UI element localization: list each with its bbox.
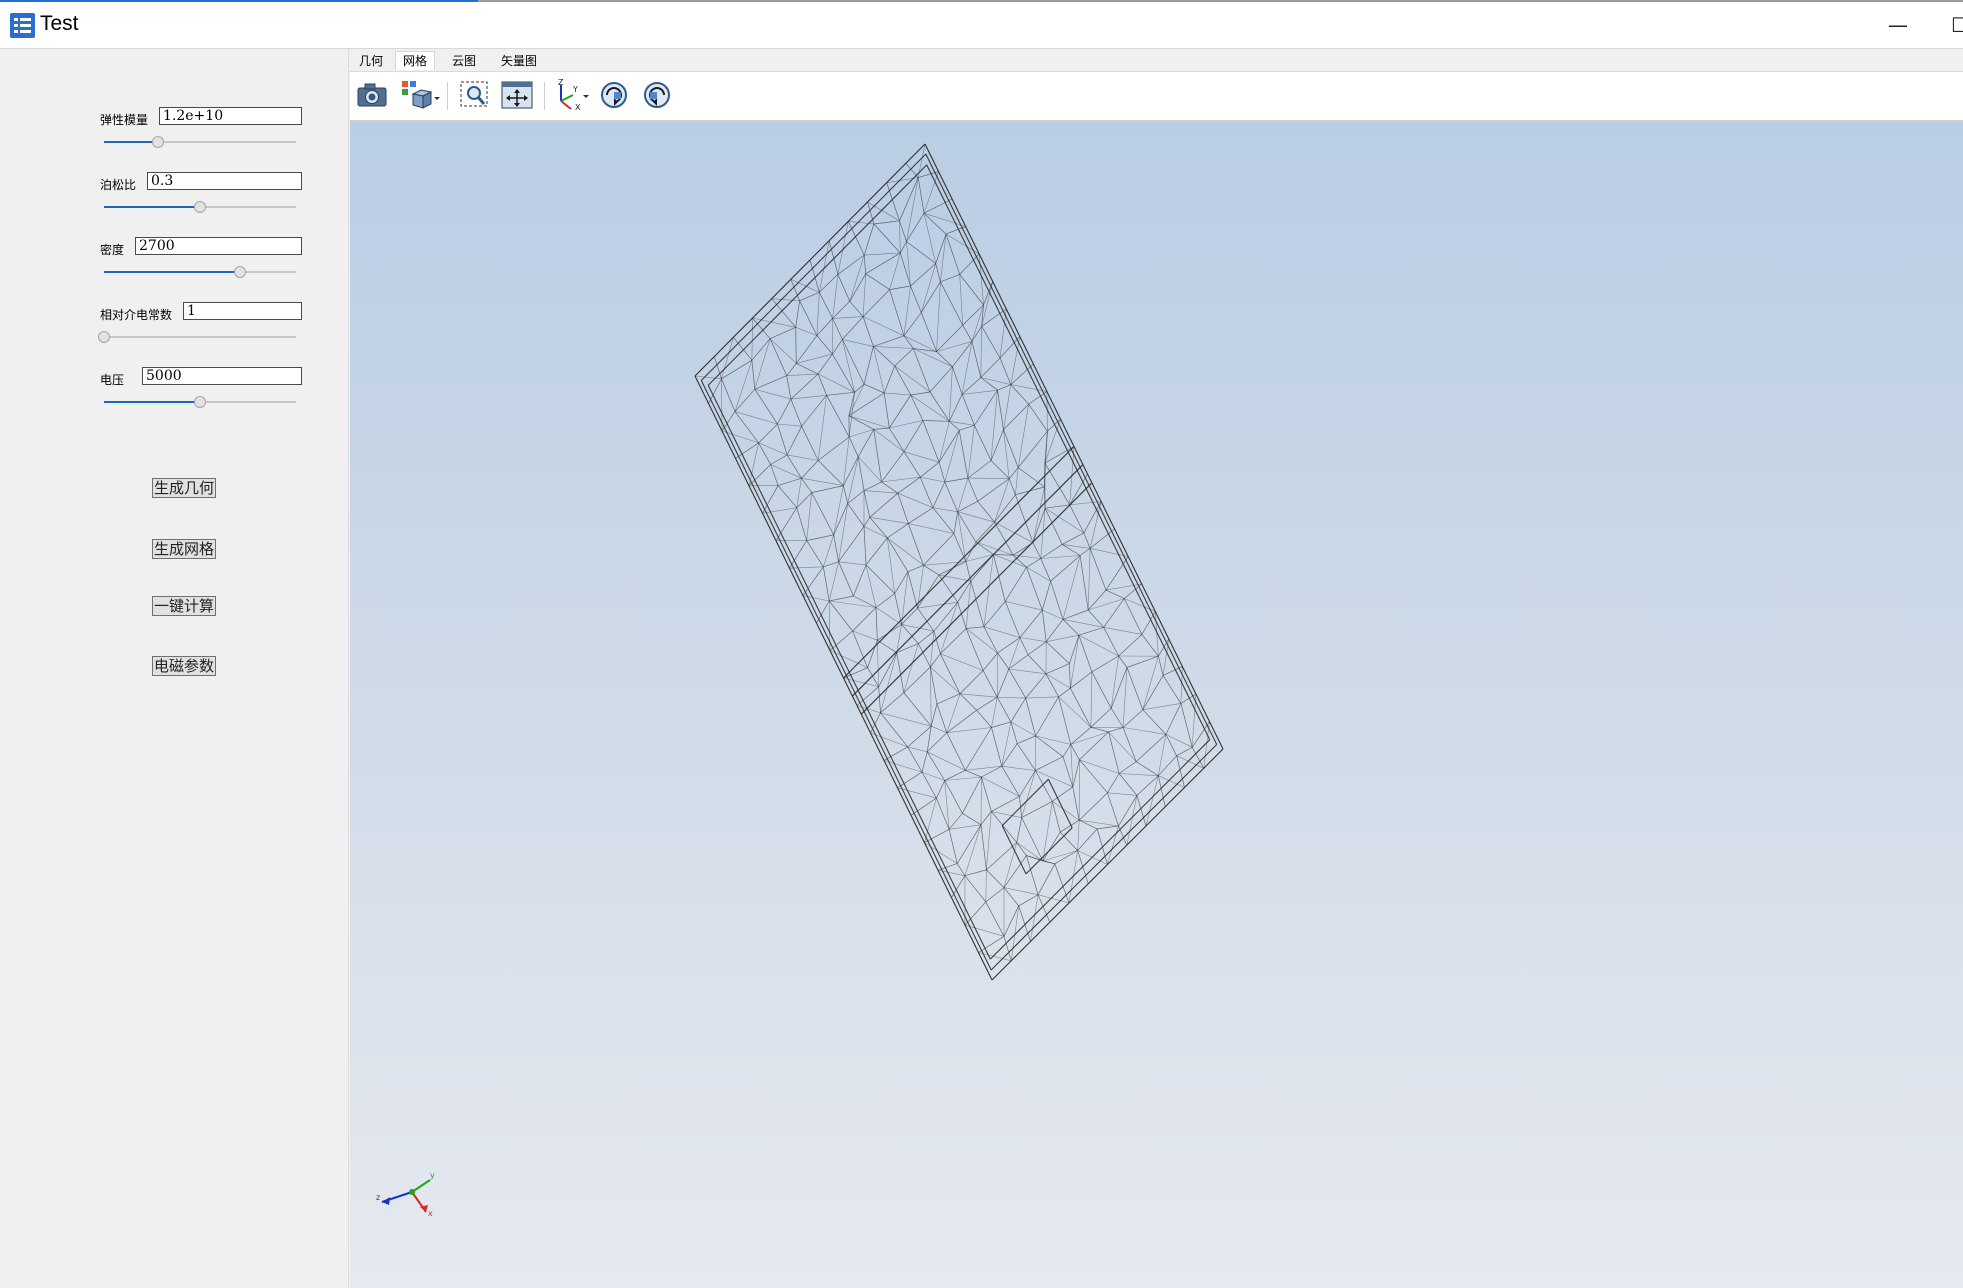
axis-z-label: z bbox=[376, 1193, 380, 1202]
fit-all-icon bbox=[501, 81, 533, 109]
density-input[interactable]: 2700 bbox=[135, 237, 302, 255]
screenshot-button[interactable] bbox=[355, 80, 389, 110]
param-label: 密度 bbox=[100, 243, 125, 257]
generate-mesh-button[interactable]: 生成网格 bbox=[152, 539, 216, 559]
density-slider[interactable] bbox=[104, 266, 296, 278]
generate-geometry-button[interactable]: 生成几何 bbox=[152, 478, 216, 498]
axis-x-label: x bbox=[428, 1209, 433, 1218]
slider-thumb[interactable] bbox=[194, 396, 206, 408]
elastic-modulus-slider[interactable] bbox=[104, 136, 296, 148]
tab-geometry[interactable]: 几何 bbox=[352, 52, 390, 70]
axes-orientation-button[interactable]: Z Y X bbox=[551, 79, 591, 111]
param-density: 密度 2700 bbox=[100, 235, 302, 283]
poisson-ratio-input[interactable]: 0.3 bbox=[147, 172, 302, 190]
slider-thumb[interactable] bbox=[234, 266, 247, 278]
slider-thumb[interactable] bbox=[98, 331, 110, 343]
slider-track bbox=[104, 336, 296, 338]
rotate-cw-button[interactable] bbox=[597, 80, 631, 110]
relative-permittivity-input[interactable]: 1 bbox=[183, 302, 302, 320]
view-toolbar: Z Y X bbox=[350, 72, 1963, 121]
voltage-input[interactable]: 5000 bbox=[142, 367, 302, 385]
rotate-cw-icon bbox=[601, 82, 627, 108]
slider-fill bbox=[104, 271, 241, 273]
param-voltage: 电压 5000 bbox=[100, 365, 302, 413]
3d-viewport[interactable]: y z x bbox=[350, 121, 1963, 1288]
app-icon bbox=[10, 13, 35, 38]
param-label: 泊松比 bbox=[100, 178, 137, 192]
parameter-panel: 弹性模量 1.2e+10 泊松比 0.3 密度 2700 相对介电常数 1 电压… bbox=[0, 49, 349, 1288]
maximize-icon: ☐ bbox=[1951, 13, 1963, 37]
slider-thumb[interactable] bbox=[151, 136, 164, 148]
slider-fill bbox=[104, 401, 200, 403]
param-poisson-ratio: 泊松比 0.3 bbox=[100, 170, 302, 218]
view-cube-icon bbox=[402, 81, 440, 109]
rotate-ccw-button[interactable] bbox=[640, 80, 674, 110]
param-label: 弹性模量 bbox=[100, 113, 149, 127]
param-elastic-modulus: 弹性模量 1.2e+10 bbox=[100, 105, 302, 153]
view-orientation-button[interactable] bbox=[400, 80, 442, 110]
slider-fill bbox=[104, 141, 158, 143]
tab-contour[interactable]: 云图 bbox=[445, 52, 483, 70]
title-bar: Test — ☐ bbox=[0, 2, 1963, 49]
svg-text:Z: Z bbox=[558, 79, 564, 87]
mesh-lines bbox=[694, 143, 1224, 981]
toolbar-separator bbox=[447, 82, 448, 110]
param-label: 相对介电常数 bbox=[100, 308, 173, 322]
axis-origin bbox=[409, 1189, 415, 1195]
maximize-button[interactable]: ☐ bbox=[1940, 8, 1963, 42]
window-title: Test bbox=[40, 12, 79, 35]
minimize-button[interactable]: — bbox=[1878, 8, 1918, 42]
axis-y-line bbox=[411, 1179, 431, 1193]
relative-permittivity-slider[interactable] bbox=[98, 331, 296, 343]
elastic-modulus-input[interactable]: 1.2e+10 bbox=[159, 107, 302, 125]
slider-fill bbox=[104, 206, 200, 208]
em-params-button[interactable]: 电磁参数 bbox=[152, 656, 216, 676]
mesh-wireframe bbox=[694, 143, 1224, 981]
minimize-icon: — bbox=[1888, 13, 1908, 37]
param-label: 电压 bbox=[100, 373, 125, 387]
compute-button[interactable]: 一键计算 bbox=[152, 596, 216, 616]
slider-thumb[interactable] bbox=[194, 201, 206, 213]
svg-text:X: X bbox=[575, 103, 581, 111]
axes-orientation-icon: Z Y X bbox=[558, 79, 589, 111]
voltage-slider[interactable] bbox=[104, 396, 296, 408]
zoom-box-icon bbox=[460, 81, 488, 107]
toolbar-separator bbox=[544, 82, 545, 110]
rotate-ccw-icon bbox=[644, 82, 670, 108]
view-tab-bar: 几何 网格 云图 矢量图 bbox=[350, 49, 1963, 72]
tab-vector[interactable]: 矢量图 bbox=[494, 52, 544, 70]
axis-triad: y z x bbox=[376, 1171, 435, 1218]
param-relative-permittivity: 相对介电常数 1 bbox=[98, 300, 302, 348]
tab-mesh[interactable]: 网格 bbox=[395, 51, 436, 70]
zoom-window-button[interactable] bbox=[458, 80, 492, 110]
camera-icon bbox=[357, 83, 387, 107]
poisson-ratio-slider[interactable] bbox=[104, 201, 296, 213]
svg-text:Y: Y bbox=[572, 85, 578, 94]
axis-y-label: y bbox=[430, 1171, 435, 1180]
fit-all-button[interactable] bbox=[500, 80, 534, 110]
